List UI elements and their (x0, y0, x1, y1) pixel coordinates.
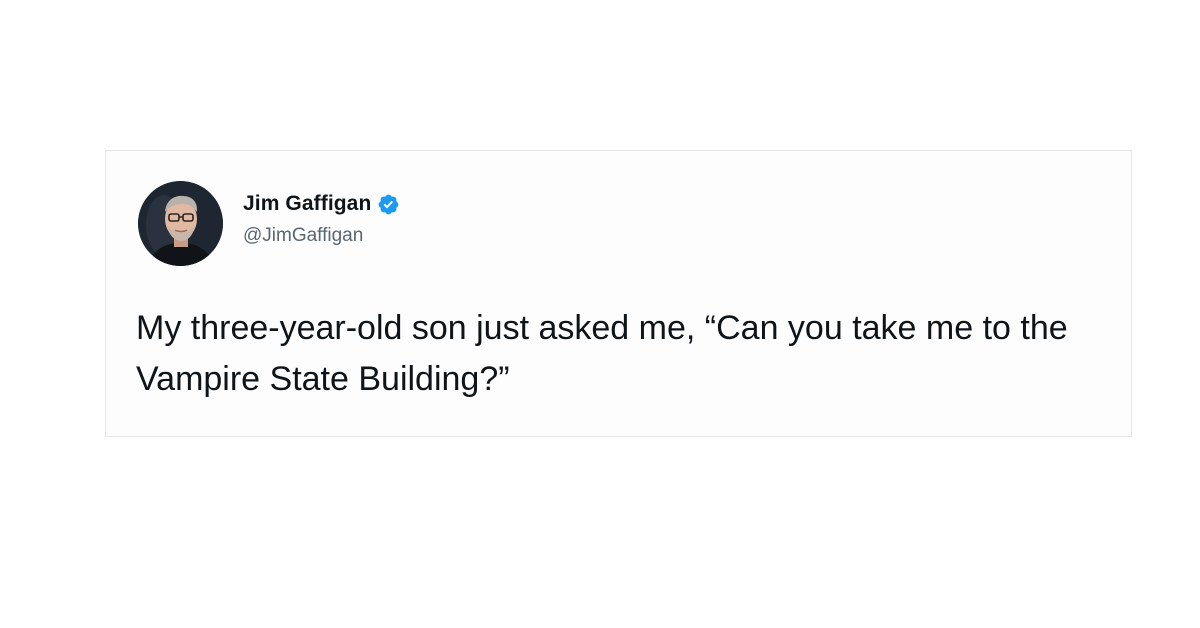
tweet-author: Jim Gaffigan @JimGaffigan (243, 189, 400, 247)
author-name-row: Jim Gaffigan (243, 189, 400, 219)
page: Jim Gaffigan @JimGaffigan My three-year-… (0, 0, 1200, 628)
author-display-name[interactable]: Jim Gaffigan (243, 192, 371, 216)
tweet-text: My three-year-old son just asked me, “Ca… (136, 309, 1068, 398)
avatar[interactable] (138, 181, 223, 266)
avatar-photo-icon (138, 181, 223, 266)
author-handle[interactable]: @JimGaffigan (243, 225, 400, 247)
verified-badge-icon (379, 194, 399, 214)
tweet-card[interactable]: Jim Gaffigan @JimGaffigan My three-year-… (105, 150, 1132, 437)
